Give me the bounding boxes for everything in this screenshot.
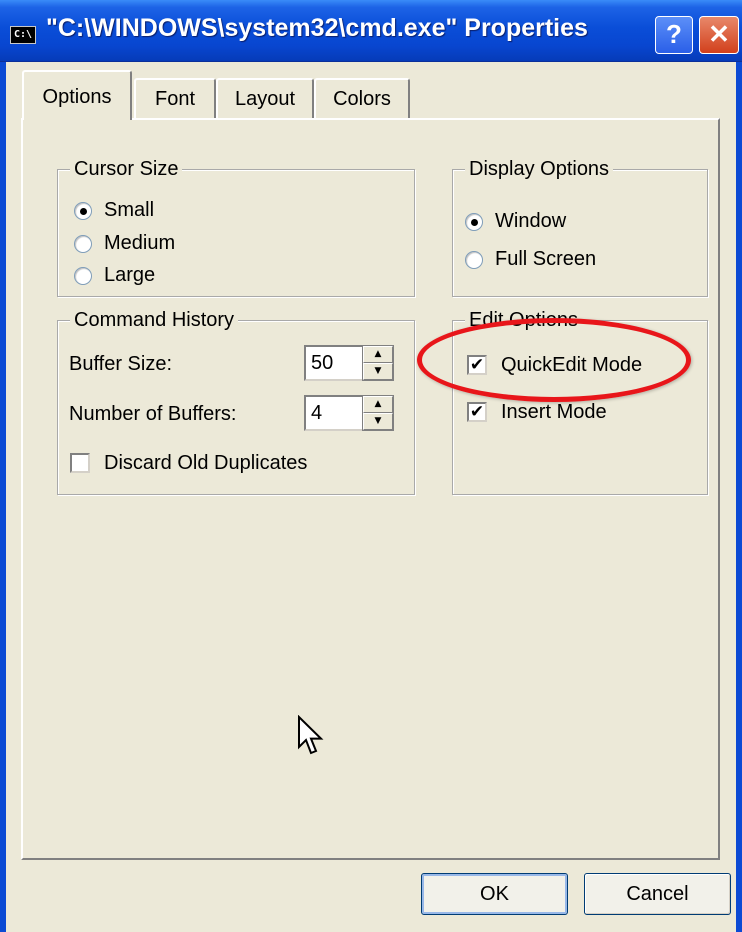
discard-duplicates-label[interactable]: Discard Old Duplicates: [104, 450, 307, 476]
window-frame-left: [0, 62, 6, 932]
insert-mode-checkbox[interactable]: ✔: [467, 402, 487, 422]
tab-colors[interactable]: Colors: [314, 78, 410, 118]
buffer-size-spinner[interactable]: 50 ▲ ▼: [304, 345, 394, 381]
cancel-button[interactable]: Cancel: [584, 873, 731, 915]
number-of-buffers-spin-buttons[interactable]: ▲ ▼: [362, 395, 394, 431]
help-button[interactable]: ?: [655, 16, 693, 54]
number-of-buffers-down-arrow-icon[interactable]: ▼: [363, 413, 393, 430]
buffer-size-label: Buffer Size:: [69, 353, 173, 375]
cursor-size-title: Cursor Size: [70, 156, 183, 182]
cmd-app-icon: C:\: [10, 26, 36, 44]
radio-medium[interactable]: [74, 235, 92, 253]
close-button[interactable]: ✕: [699, 16, 739, 54]
buffer-size-up-arrow-icon[interactable]: ▲: [363, 346, 393, 363]
tab-layout[interactable]: Layout: [216, 78, 314, 118]
insert-mode-label[interactable]: Insert Mode: [501, 399, 607, 425]
title-bar[interactable]: C:\ "C:\WINDOWS\system32\cmd.exe" Proper…: [0, 0, 742, 62]
display-options-title: Display Options: [465, 156, 614, 182]
radio-window-label[interactable]: Window: [495, 208, 566, 234]
buffer-size-down-arrow-icon[interactable]: ▼: [363, 363, 393, 380]
radio-medium-label[interactable]: Medium: [104, 230, 175, 256]
radio-small-label[interactable]: Small: [104, 197, 154, 223]
radio-full-screen[interactable]: [465, 251, 483, 269]
command-history-title: Command History: [70, 307, 239, 333]
radio-window[interactable]: [465, 213, 483, 231]
buffer-size-spin-buttons[interactable]: ▲ ▼: [362, 345, 394, 381]
red-highlight-ellipse: [417, 318, 691, 402]
number-of-buffers-spinner[interactable]: 4 ▲ ▼: [304, 395, 394, 431]
discard-duplicates-checkbox[interactable]: [70, 453, 90, 473]
window-title: "C:\WINDOWS\system32\cmd.exe" Properties: [46, 14, 588, 42]
radio-small[interactable]: [74, 202, 92, 220]
tab-font[interactable]: Font: [134, 78, 216, 118]
radio-large[interactable]: [74, 267, 92, 285]
ok-button[interactable]: OK: [421, 873, 568, 915]
radio-full-screen-label[interactable]: Full Screen: [495, 246, 596, 272]
number-of-buffers-label: Number of Buffers:: [69, 403, 237, 425]
number-of-buffers-input[interactable]: 4: [304, 395, 362, 431]
command-history-group: Command History Buffer Size: 50 ▲ ▼ Numb…: [57, 307, 415, 495]
tab-options[interactable]: Options: [22, 70, 132, 120]
display-options-group: Display Options Window Full Screen: [452, 156, 708, 297]
cursor-size-group: Cursor Size Small Medium Large: [57, 156, 415, 297]
radio-large-label[interactable]: Large: [104, 262, 155, 288]
mouse-pointer-icon: [298, 715, 324, 755]
buffer-size-input[interactable]: 50: [304, 345, 362, 381]
number-of-buffers-up-arrow-icon[interactable]: ▲: [363, 396, 393, 413]
window-frame-right: [736, 62, 742, 932]
